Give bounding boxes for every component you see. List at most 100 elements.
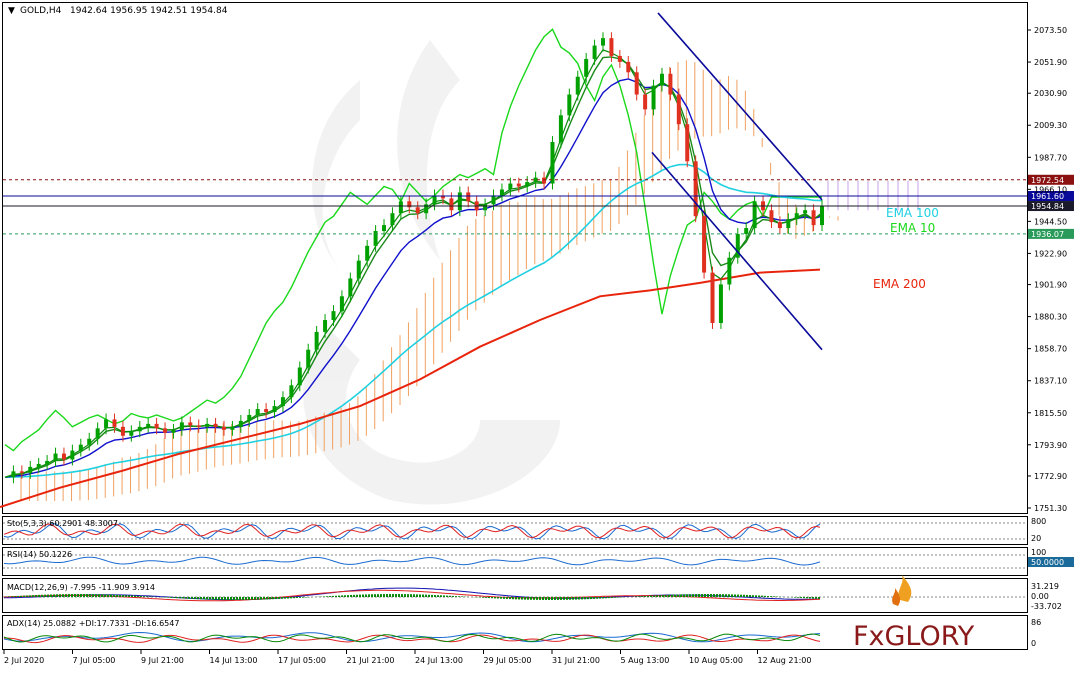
candle-body [238, 420, 243, 427]
candle-body [247, 414, 252, 421]
candle-body [457, 192, 462, 211]
symbol-label: GOLD,H4 [20, 6, 62, 16]
rsi-label: RSI(14) 50.1226 [7, 550, 72, 559]
candle-body [280, 397, 285, 407]
price-tag-text: 1954.84 [1031, 202, 1064, 211]
candle-body [188, 422, 193, 426]
candle-body [104, 419, 109, 429]
candle-body [803, 210, 808, 214]
ema10-annotation: EMA 10 [890, 221, 935, 235]
candle-body [575, 76, 580, 95]
candle-body [398, 201, 403, 214]
y-tick-label: 1815.50 [1034, 409, 1067, 418]
x-tick-label: 10 Aug 05:00 [689, 656, 743, 665]
candle-body [53, 453, 58, 461]
chart-svg: 1972.541961.601954.841936.07 2073.502051… [0, 2, 1074, 665]
header-triangle-icon[interactable]: ▼ [8, 6, 15, 16]
candle-body [558, 115, 563, 143]
adx-tick-top: 86 [1031, 618, 1041, 627]
candle-body [154, 423, 159, 429]
candle-body [11, 471, 16, 478]
x-tick-label: 24 Jul 13:00 [415, 656, 463, 665]
rsi-tick-value: 50.0000 [1031, 558, 1064, 567]
candle-body [230, 426, 235, 430]
candle-body [137, 426, 142, 432]
y-tick-label: 1987.70 [1034, 153, 1067, 162]
sto-signal-line [3, 523, 821, 539]
y-tick-label: 1772.90 [1034, 472, 1067, 481]
candle-body [264, 409, 269, 413]
candle-body [390, 213, 395, 226]
candle-body [129, 431, 134, 436]
y-tick-label: 2073.50 [1034, 26, 1067, 35]
channel-upper [657, 12, 823, 201]
time-axis: 2 Jul 2020 7 Jul 05:00 9 Jul 21:00 14 Jul 1… [3, 650, 811, 665]
candle-body [659, 73, 664, 86]
fxglory-logo: FxGLORY [853, 575, 975, 652]
candle-body [432, 195, 437, 205]
candle-body [163, 428, 168, 433]
candle-body [61, 453, 66, 460]
y-tick-label: 1966.10 [1034, 185, 1067, 194]
candle-body [415, 207, 420, 214]
candle-body [146, 423, 151, 427]
candle-body [356, 260, 361, 279]
candle-body [693, 161, 698, 217]
candle-body [718, 284, 723, 324]
x-tick-label: 9 Jul 21:00 [141, 656, 184, 665]
y-tick-label: 1793.90 [1034, 441, 1067, 450]
y-tick-label: 1901.90 [1034, 281, 1067, 290]
y-tick-label: 2051.90 [1034, 58, 1067, 67]
x-tick-label: 29 Jul 05:00 [484, 656, 532, 665]
x-tick-label: 5 Aug 13:00 [621, 656, 670, 665]
sto-tick-bottom: 20 [1031, 534, 1041, 543]
macd-tick-top: 31.219 [1031, 582, 1059, 591]
y-tick-label: 1944.50 [1034, 217, 1067, 226]
candle-body [382, 225, 387, 232]
candle-body [651, 85, 656, 110]
candle-body [609, 38, 614, 56]
candle-body [28, 466, 33, 473]
candle-body [373, 231, 378, 246]
flame-icon [898, 575, 912, 602]
candle-body [676, 94, 681, 125]
candle-body [643, 94, 648, 110]
candle-body [70, 450, 75, 460]
candle-body [95, 428, 100, 439]
price-axis: 2073.50 2051.90 2030.90 2009.30 1987.70 1966.… [1027, 26, 1067, 513]
x-tick-label: 7 Jul 05:00 [73, 656, 116, 665]
x-tick-label: 21 Jul 21:00 [347, 656, 395, 665]
candle-body [592, 45, 597, 59]
candle-body [685, 124, 690, 162]
ema100-annotation: EMA 100 [886, 206, 939, 220]
logo-text: FxGLORY [853, 621, 975, 652]
y-tick-label: 1922.90 [1034, 249, 1067, 258]
x-tick-label: 17 Jul 05:00 [278, 656, 326, 665]
candle-body [179, 422, 184, 430]
candle-body [752, 201, 757, 229]
candle-body [634, 72, 639, 95]
candle-body [702, 216, 707, 273]
candle-body [297, 367, 302, 386]
candle-body [483, 204, 488, 211]
watermark [303, 40, 560, 505]
candle-body [306, 349, 311, 368]
candle-body [314, 331, 319, 350]
candle-body [820, 206, 824, 226]
candle-body [626, 61, 631, 73]
candle-body [272, 406, 277, 413]
rsi-tick-top: 100 [1031, 548, 1046, 557]
candle-body [542, 177, 547, 184]
x-tick-label: 31 Jul 21:00 [552, 656, 600, 665]
candle-body [811, 210, 816, 226]
candle-body [255, 409, 260, 415]
candle-body [499, 189, 504, 196]
y-tick-label: 1837.10 [1034, 377, 1067, 386]
sto-panel-frame [2, 516, 1028, 545]
candle-body [19, 471, 24, 473]
ichimoku-cloud [20, 60, 919, 502]
candle-body [769, 210, 774, 223]
ohlc-label: 1942.64 1956.95 1942.51 1954.84 [70, 6, 228, 16]
candle-body [601, 38, 606, 46]
candle-body [525, 182, 530, 187]
